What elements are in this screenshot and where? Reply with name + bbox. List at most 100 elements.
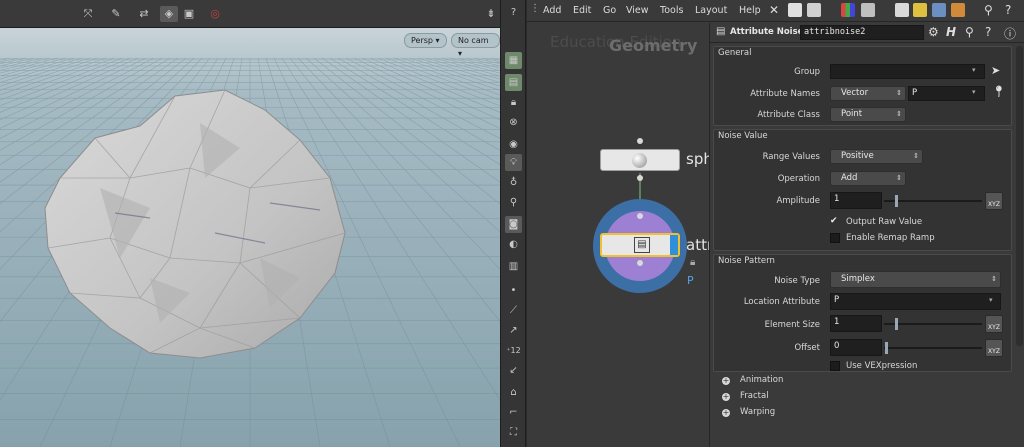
- expand-icon[interactable]: +: [722, 393, 730, 401]
- display-wire-icon[interactable]: ▤: [505, 74, 522, 91]
- menu-edit[interactable]: Edit: [573, 5, 591, 16]
- amplitude-slider-handle[interactable]: [895, 195, 898, 207]
- offset-field[interactable]: 0: [830, 339, 882, 356]
- element-size-field[interactable]: 1: [830, 315, 882, 332]
- folder-animation[interactable]: + Animation: [720, 374, 870, 388]
- search-icon[interactable]: ⚲: [984, 3, 998, 17]
- menu-layout[interactable]: Layout: [695, 5, 727, 16]
- amplitude-slider[interactable]: [884, 200, 982, 202]
- remap-ramp-checkbox[interactable]: [830, 233, 840, 243]
- search-icon[interactable]: ⚲: [965, 25, 974, 39]
- attr-names-label: Attribute Names: [750, 89, 820, 99]
- transform-tool-icon[interactable]: ⇄: [136, 6, 152, 22]
- headlight-icon[interactable]: ◉: [505, 136, 522, 153]
- display-shaded-icon[interactable]: ▦: [505, 52, 522, 69]
- help-icon[interactable]: ?: [505, 4, 522, 21]
- guide-icon[interactable]: ⌐: [505, 404, 522, 421]
- render-icon[interactable]: ▥: [505, 258, 522, 275]
- image-icon[interactable]: [932, 3, 946, 17]
- clean-icon[interactable]: ⌂: [505, 384, 522, 401]
- attr-names-dropdown-icon[interactable]: ▾: [972, 88, 976, 96]
- vexpression-checkbox[interactable]: [830, 361, 840, 371]
- network-box-icon[interactable]: [895, 3, 909, 17]
- group-field[interactable]: [830, 64, 985, 79]
- attribnoise-node[interactable]: ▤: [600, 233, 680, 257]
- viewport-scene[interactable]: [0, 28, 500, 447]
- lock-camera-icon[interactable]: 🔒︎: [505, 94, 522, 111]
- point-display-icon[interactable]: •: [505, 282, 522, 299]
- select-pose-icon[interactable]: ⤧: [80, 6, 96, 22]
- folder-icon[interactable]: [951, 3, 965, 17]
- menu-help[interactable]: Help: [739, 5, 761, 16]
- element-size-vector-button[interactable]: XYZ: [985, 315, 1003, 333]
- hscript-icon[interactable]: H: [946, 25, 956, 39]
- menu-go[interactable]: Go: [603, 5, 616, 16]
- attr-type-menu[interactable]: Vector ⇕: [830, 86, 906, 101]
- amplitude-vector-button[interactable]: XYZ: [985, 192, 1003, 210]
- display-flag[interactable]: [670, 235, 678, 255]
- attr-class-menu[interactable]: Point ⇕: [830, 107, 906, 122]
- location-attr-field[interactable]: P: [830, 293, 1001, 310]
- operation-menu[interactable]: Add ⇕: [830, 171, 906, 186]
- group-dropdown-icon[interactable]: ▾: [972, 66, 976, 74]
- brush-tool-icon[interactable]: ✎: [108, 6, 124, 22]
- menu-tools[interactable]: Tools: [660, 5, 683, 16]
- offset-slider[interactable]: [884, 347, 982, 349]
- help-icon[interactable]: ?: [1005, 3, 1019, 17]
- offset-slider-handle[interactable]: [885, 342, 888, 354]
- expand-icon[interactable]: +: [722, 409, 730, 417]
- box-mode-icon[interactable]: ▣: [182, 6, 196, 22]
- element-size-slider[interactable]: [884, 323, 982, 325]
- operation-label: Operation: [777, 174, 820, 184]
- cam-menu[interactable]: No cam ▾: [451, 33, 500, 58]
- folder-warping[interactable]: + Warping: [720, 406, 870, 420]
- camera-menu[interactable]: Persp ▾: [404, 33, 447, 48]
- gear-icon[interactable]: ⚙: [928, 25, 939, 39]
- vertex-display-icon[interactable]: ↗: [505, 322, 522, 339]
- menu-add[interactable]: Add: [543, 5, 561, 16]
- geometry-select-icon[interactable]: ◈: [160, 6, 178, 22]
- menu-grip-icon[interactable]: ⋮: [530, 3, 544, 17]
- frame-icon[interactable]: ⛶: [505, 424, 522, 441]
- sticky-note-icon[interactable]: [913, 3, 927, 17]
- notes-icon[interactable]: [807, 3, 821, 17]
- scene-viewport[interactable]: ⤧ ✎ ⇄ ◈ ▣ ◎ ⇟ Persp ▾ No cam ▾: [0, 0, 500, 447]
- pin-icon[interactable]: 📍︎: [992, 85, 1006, 98]
- color-palette-icon[interactable]: [841, 3, 855, 17]
- noise-type-menu[interactable]: Simplex ⇕: [830, 271, 1001, 288]
- node-name-field[interactable]: attribnoise2: [800, 25, 924, 40]
- menu-view[interactable]: View: [626, 5, 649, 16]
- normal-display-icon[interactable]: ⟋: [505, 302, 522, 319]
- element-size-slider-handle[interactable]: [895, 318, 898, 330]
- location-dropdown-icon[interactable]: ▾: [989, 296, 993, 304]
- record-icon[interactable]: ◎: [208, 6, 222, 22]
- point-number-icon[interactable]: ⁺12: [505, 342, 522, 359]
- snapshot-icon[interactable]: ◙: [505, 216, 522, 233]
- visibility-icon[interactable]: ◐: [505, 236, 522, 253]
- folder-fractal[interactable]: + Fractal: [720, 390, 870, 404]
- viewport-side-toolbar: ? ▦ ▤ 🔒︎ ⊗ ◉ 💡︎ ♁ ⚲ ◙ ◐ ▥ • ⟋ ↗ ⁺12 ↙ ⌂ …: [500, 0, 526, 447]
- range-values-menu[interactable]: Positive ⇕: [830, 149, 923, 164]
- shapes-icon[interactable]: [861, 3, 875, 17]
- display-options-icon[interactable]: ⇟: [484, 6, 498, 22]
- pin-icon[interactable]: ⚲: [505, 194, 522, 211]
- vector-display-icon[interactable]: ↙: [505, 362, 522, 379]
- help-icon[interactable]: ?: [985, 25, 991, 39]
- folder-warping-label: Warping: [740, 407, 776, 417]
- sphere-icon: [632, 153, 647, 168]
- offset-vector-button[interactable]: XYZ: [985, 339, 1003, 357]
- select-arrow-icon[interactable]: ➤: [991, 64, 1000, 77]
- amplitude-field[interactable]: 1: [830, 192, 882, 209]
- network-canvas[interactable]: Education Edition Geometry sph ▤ attr 🔒︎…: [527, 23, 717, 447]
- lightbulb-icon[interactable]: ♁: [505, 174, 522, 191]
- tools-icon[interactable]: ✕: [769, 3, 783, 17]
- parameter-scrollbar[interactable]: [1016, 46, 1023, 346]
- noise-pattern-title: Noise Pattern: [718, 256, 775, 266]
- list-view-icon[interactable]: [788, 3, 802, 17]
- ghost-icon[interactable]: ⊗: [505, 114, 522, 131]
- checkmark-icon[interactable]: ✔: [830, 216, 838, 226]
- info-icon[interactable]: ⓘ: [1004, 25, 1016, 42]
- sphere-node[interactable]: [600, 149, 680, 171]
- expand-icon[interactable]: +: [722, 377, 730, 385]
- light-icon[interactable]: 💡︎: [505, 154, 522, 171]
